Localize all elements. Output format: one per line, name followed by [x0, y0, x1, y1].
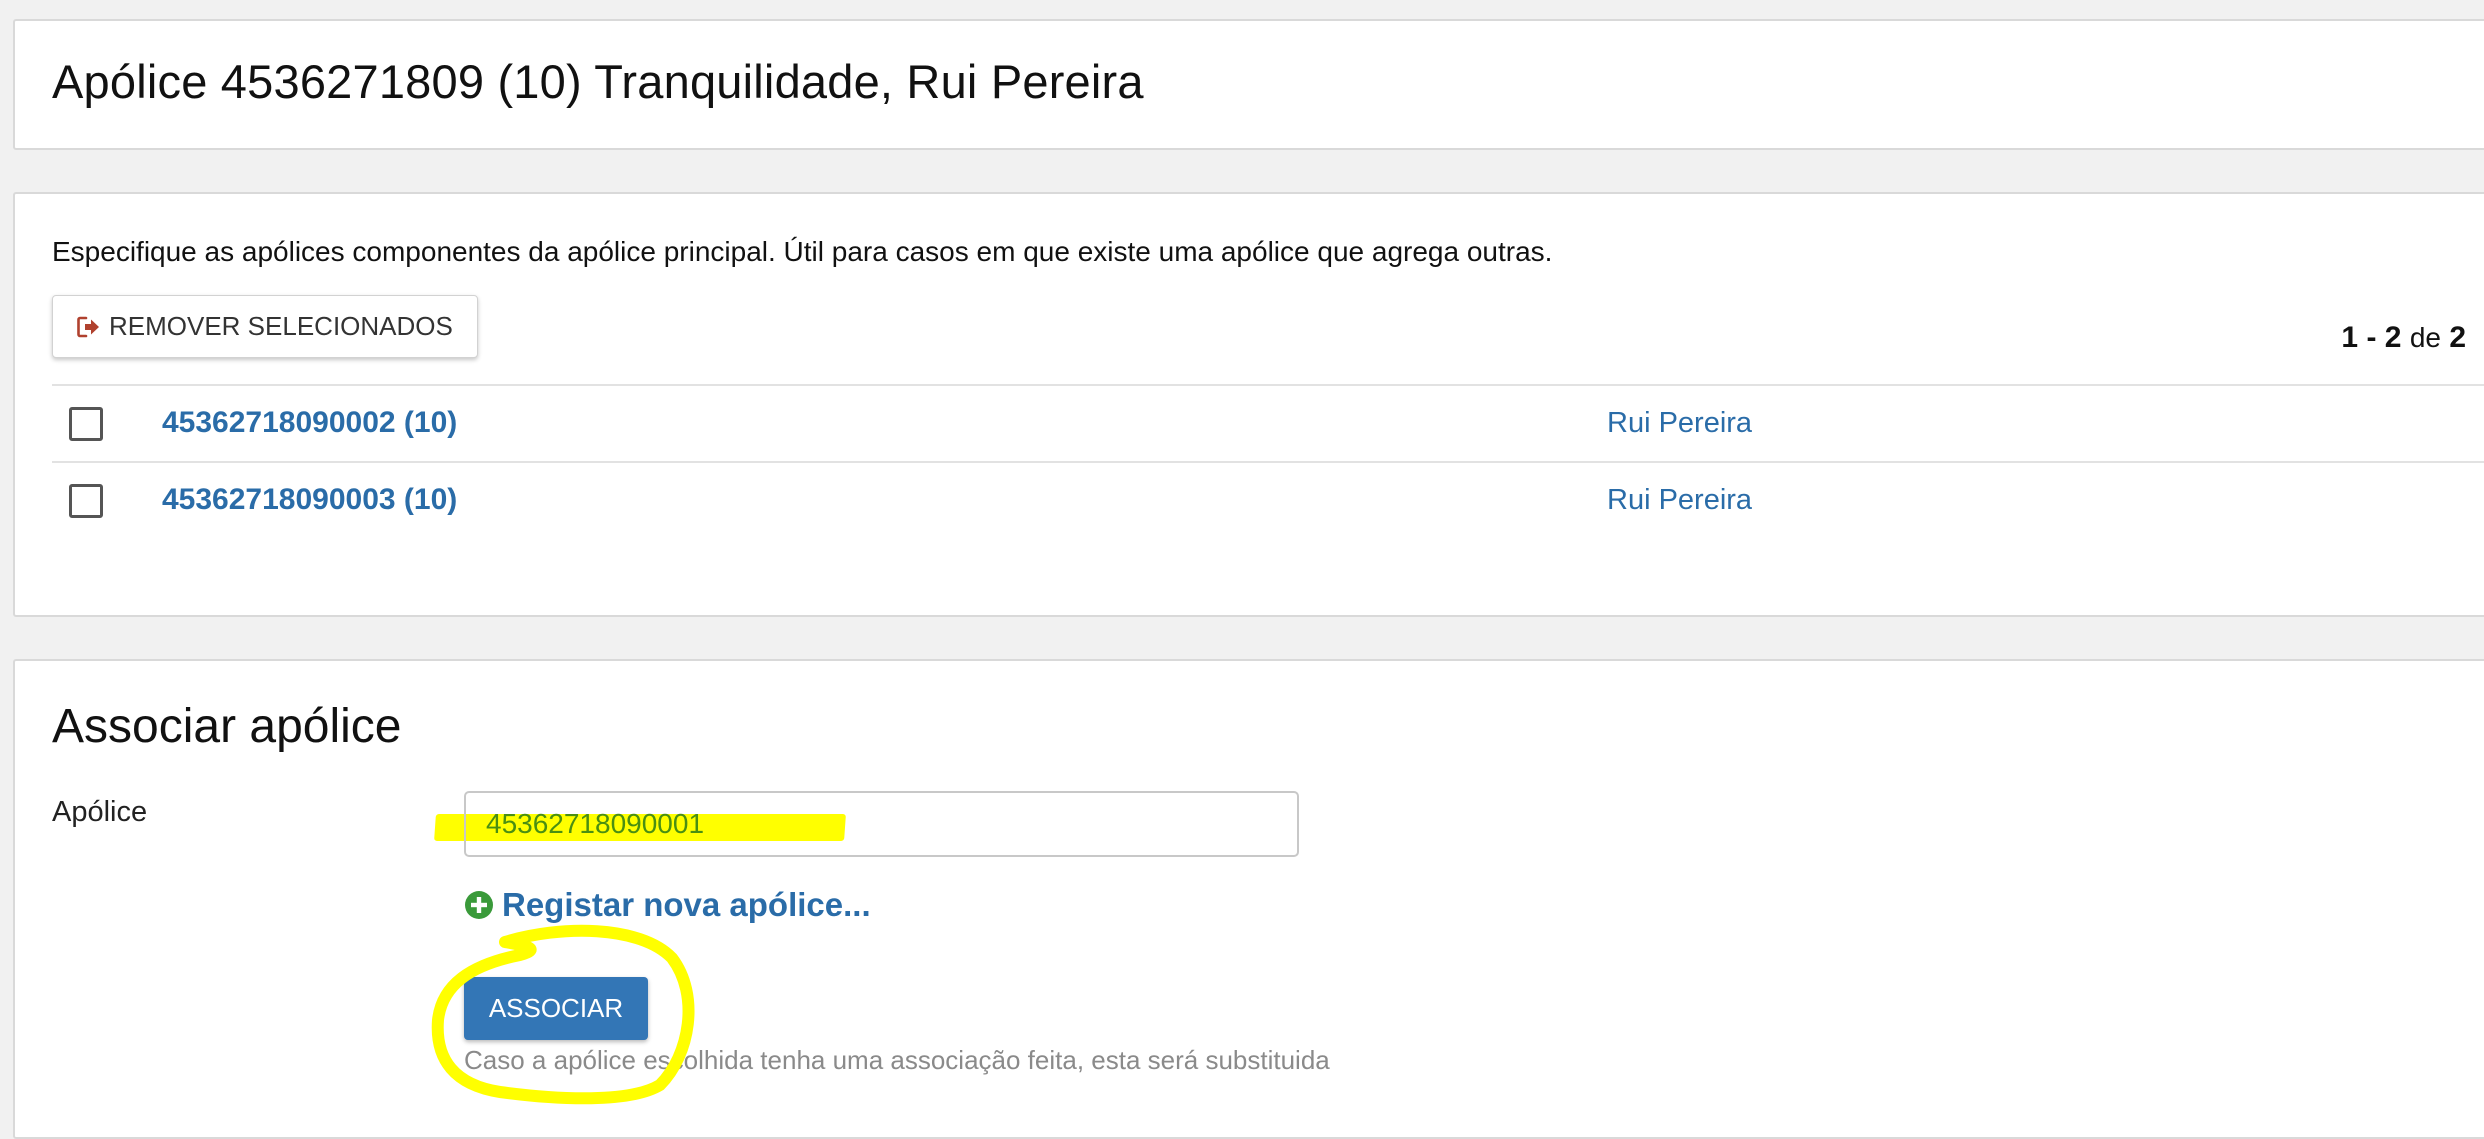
row-checkbox[interactable]	[69, 484, 103, 518]
remove-selected-label: REMOVER SELECIONADOS	[109, 311, 453, 341]
pagination-of-label: de	[2409, 322, 2441, 353]
register-new-policy-label: Registar nova apólice...	[502, 886, 871, 923]
register-new-policy-link[interactable]: Registar nova apólice...	[464, 886, 871, 924]
components-description: Especifique as apólices componentes da a…	[52, 236, 1553, 267]
pagination-summary: 1 - 2 de 2	[2341, 321, 2466, 355]
policy-link[interactable]: 45362718090003 (10)	[162, 483, 457, 517]
table-row: 45362718090003 (10) Rui Pereira	[52, 463, 2484, 538]
policy-input-wrapper	[464, 791, 1299, 857]
component-policies-panel: Especifique as apólices componentes da a…	[13, 192, 2484, 617]
component-policies-list: 45362718090002 (10) Rui Pereira 45362718…	[52, 384, 2484, 538]
holder-link[interactable]: Rui Pereira	[1607, 484, 1752, 517]
page-title: Apólice 4536271809 (10) Tranquilidade, R…	[52, 54, 1144, 109]
page-title-policy: Apólice 4536271809 (10)	[52, 55, 582, 108]
remove-selected-button[interactable]: REMOVER SELECIONADOS	[52, 295, 478, 358]
pagination-to: 2	[2384, 321, 2402, 354]
page-title-insurer: Tranquilidade, Rui Pereira	[594, 55, 1144, 108]
policy-header-panel: Apólice 4536271809 (10) Tranquilidade, R…	[13, 19, 2484, 150]
associate-section-title: Associar apólice	[52, 700, 402, 753]
pagination-separator: -	[2366, 321, 2377, 354]
plus-circle-icon	[464, 890, 494, 920]
associate-help-text: Caso a apólice escolhida tenha uma assoc…	[464, 1045, 1330, 1075]
policy-field-label: Apólice	[52, 796, 148, 828]
associate-policy-panel: Associar apólice Apólice Registar nova a…	[13, 659, 2484, 1139]
sign-out-icon	[77, 316, 101, 338]
holder-link[interactable]: Rui Pereira	[1607, 407, 1752, 440]
row-checkbox[interactable]	[69, 407, 103, 441]
table-row: 45362718090002 (10) Rui Pereira	[52, 386, 2484, 463]
pagination-from: 1	[2341, 321, 2359, 354]
pagination-total: 2	[2449, 321, 2466, 354]
associate-button[interactable]: ASSOCIAR	[464, 977, 648, 1040]
policy-input[interactable]	[464, 791, 1299, 857]
policy-link[interactable]: 45362718090002 (10)	[162, 406, 457, 440]
